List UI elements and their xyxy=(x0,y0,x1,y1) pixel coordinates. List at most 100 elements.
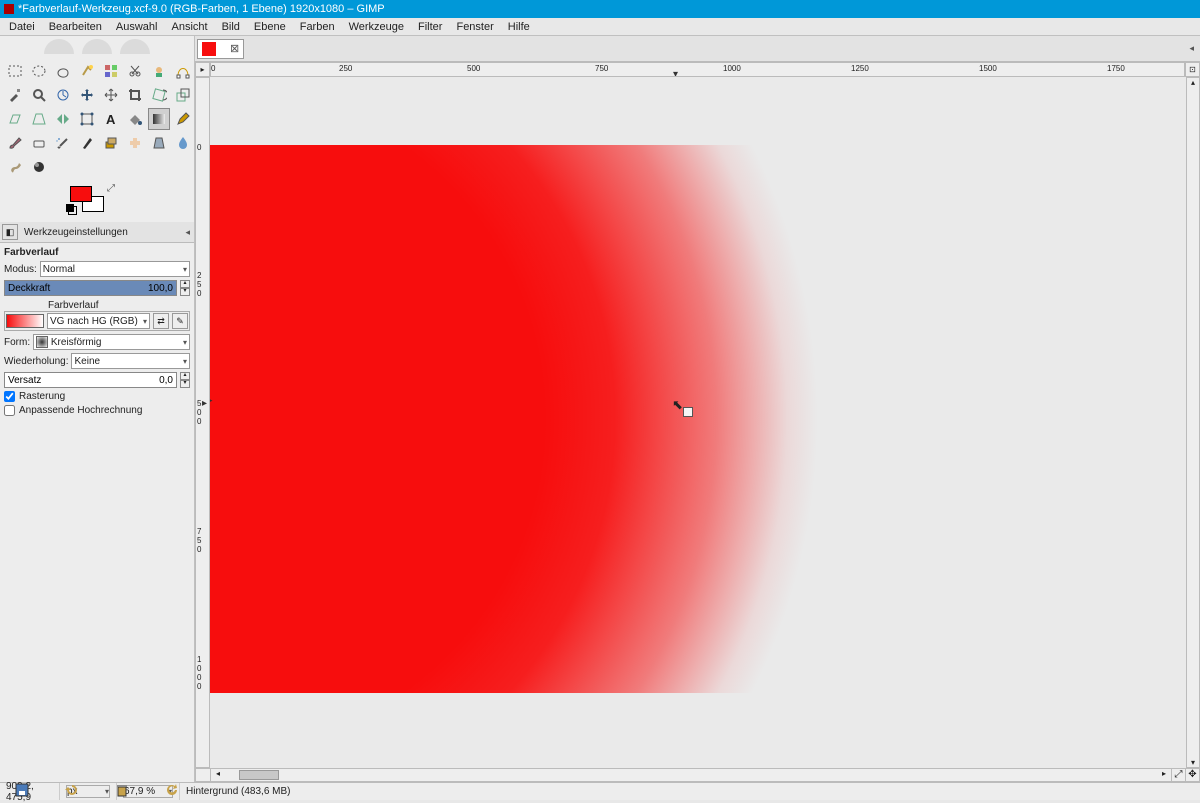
tool-smudge[interactable] xyxy=(4,156,26,178)
shape-combo[interactable]: Kreisförmig▾ xyxy=(33,334,190,350)
tool-cage[interactable] xyxy=(76,108,98,130)
tool-perspective[interactable] xyxy=(28,108,50,130)
repeat-combo[interactable]: Keine▾ xyxy=(71,353,190,369)
tool-bucket-fill[interactable] xyxy=(124,108,146,130)
tool-rect-select[interactable] xyxy=(4,60,26,82)
tool-text[interactable]: A xyxy=(100,108,122,130)
mode-combo[interactable]: Normal▾ xyxy=(40,261,190,277)
color-area: ⤢ xyxy=(0,180,194,222)
supersample-check[interactable]: Anpassende Hochrechnung xyxy=(4,405,190,416)
tool-blur[interactable] xyxy=(172,132,194,154)
toolbox: A xyxy=(0,56,194,180)
menu-bar[interactable]: Datei Bearbeiten Auswahl Ansicht Bild Eb… xyxy=(0,18,1200,36)
restore-options-icon[interactable] xyxy=(64,782,80,798)
tool-dodge-burn[interactable] xyxy=(28,156,50,178)
tool-rotate[interactable] xyxy=(148,84,170,106)
svg-text:A: A xyxy=(106,112,116,127)
menu-datei[interactable]: Datei xyxy=(2,21,42,33)
tool-clone[interactable] xyxy=(100,132,122,154)
quickmask-corner[interactable]: ⊡ xyxy=(1185,62,1200,77)
canvas[interactable]: ▸ ⬉ xyxy=(210,77,1186,768)
menu-fenster[interactable]: Fenster xyxy=(449,21,500,33)
tool-options-tab-label[interactable]: Werkzeugeinstellungen xyxy=(20,225,132,240)
ruler-vertical[interactable]: 0 2 5 0 5 0 0 7 5 0 1 0 0 0 ▸ xyxy=(195,77,210,768)
window-title: *Farbverlauf-Werkzeug.xcf-9.0 (RGB-Farbe… xyxy=(18,3,385,15)
tool-options-tab-bar: ◧ Werkzeugeinstellungen ◂ xyxy=(0,222,194,243)
menu-ansicht[interactable]: Ansicht xyxy=(164,21,214,33)
tool-flip[interactable] xyxy=(52,108,74,130)
scrollbar-horizontal[interactable]: ◂ ▸ ⤢ ✥ xyxy=(195,768,1200,782)
tool-ellipse-select[interactable] xyxy=(28,60,50,82)
tool-options-menu-icon[interactable]: ◂ xyxy=(185,227,190,238)
tool-fuzzy-select[interactable] xyxy=(76,60,98,82)
gradient-reverse-icon[interactable]: ⇄ xyxy=(153,313,169,329)
ruler-horizontal[interactable]: 0 250 500 750 1000 1250 1500 1750 ▾ xyxy=(210,62,1185,77)
close-tab-icon[interactable]: ⊠ xyxy=(230,42,239,55)
tool-perspective-clone[interactable] xyxy=(148,132,170,154)
tool-zoom[interactable] xyxy=(28,84,50,106)
menu-bearbeiten[interactable]: Bearbeiten xyxy=(42,21,109,33)
delete-options-icon[interactable] xyxy=(114,782,130,798)
tool-options-tab-icon[interactable]: ◧ xyxy=(2,224,18,240)
tool-paths[interactable] xyxy=(172,60,194,82)
tool-blend[interactable] xyxy=(148,108,170,130)
tool-move[interactable] xyxy=(76,84,98,106)
opacity-spinner[interactable]: ▴▾ xyxy=(180,280,190,296)
opacity-slider[interactable]: Deckkraft 100,0 xyxy=(4,280,177,296)
document-tab-thumb xyxy=(202,42,216,56)
document-tab[interactable]: ⊠ xyxy=(197,39,244,59)
app-icon xyxy=(4,4,14,14)
tool-foreground-select[interactable] xyxy=(148,60,170,82)
tool-measure[interactable] xyxy=(52,84,74,106)
tool-shear[interactable] xyxy=(4,108,26,130)
menu-bild[interactable]: Bild xyxy=(215,21,247,33)
menu-hilfe[interactable]: Hilfe xyxy=(501,21,537,33)
reset-options-icon[interactable] xyxy=(164,782,180,798)
fg-color-swatch[interactable] xyxy=(70,186,92,202)
quickmask-toggle-icon[interactable] xyxy=(196,769,211,781)
gradient-label: Farbverlauf xyxy=(48,300,99,311)
tool-heal[interactable] xyxy=(124,132,146,154)
tabs-menu-icon[interactable]: ◂ xyxy=(1189,43,1194,54)
offset-spinner[interactable]: ▴▾ xyxy=(180,372,190,388)
status-bar: 909,2, 475,9 px ▾ 67,9 % ▾ Hintergrund (… xyxy=(0,782,1200,800)
navigate-icon[interactable]: ✥ xyxy=(1185,769,1199,783)
menu-farben[interactable]: Farben xyxy=(293,21,342,33)
tool-airbrush[interactable] xyxy=(52,132,74,154)
tool-align[interactable] xyxy=(100,84,122,106)
gradient-preview[interactable] xyxy=(6,314,44,328)
menu-filter[interactable]: Filter xyxy=(411,21,449,33)
tool-pencil[interactable] xyxy=(172,108,194,130)
options-bottom-icons xyxy=(14,782,180,798)
dithering-check[interactable]: Rasterung xyxy=(4,391,190,402)
panel-expand-icon[interactable]: ▸ xyxy=(210,395,213,406)
menu-auswahl[interactable]: Auswahl xyxy=(109,21,165,33)
tool-ink[interactable] xyxy=(76,132,98,154)
gradient-edit-icon[interactable]: ✎ xyxy=(172,313,188,329)
cursor-target-icon xyxy=(683,407,693,417)
tool-eraser[interactable] xyxy=(28,132,50,154)
tool-free-select[interactable] xyxy=(52,60,74,82)
status-layer: Hintergrund (483,6 MB) xyxy=(180,783,1200,800)
main-area: ⊠ ◂ ▸ 0 250 500 750 1000 1250 1500 1750 … xyxy=(195,36,1200,782)
menu-ebene[interactable]: Ebene xyxy=(247,21,293,33)
save-options-icon[interactable] xyxy=(14,782,30,798)
tool-scissors[interactable] xyxy=(124,60,146,82)
default-colors-icon[interactable] xyxy=(68,206,77,215)
tool-color-picker[interactable] xyxy=(4,84,26,106)
menu-werkzeuge[interactable]: Werkzeuge xyxy=(342,21,411,33)
zoom-fit-icon[interactable]: ⤢ xyxy=(1171,769,1185,783)
ruler-corner[interactable]: ▸ xyxy=(195,62,210,77)
scrollbar-vertical[interactable]: ▴▾ xyxy=(1186,77,1200,768)
tool-paintbrush[interactable] xyxy=(4,132,26,154)
tool-options: Farbverlauf Modus: Normal▾ Deckkraft 100… xyxy=(0,243,194,782)
tool-scale[interactable] xyxy=(172,84,194,106)
shape-label: Form: xyxy=(4,337,30,348)
tool-by-color-select[interactable] xyxy=(100,60,122,82)
offset-slider[interactable]: Versatz 0,0 xyxy=(4,372,177,388)
swap-colors-icon[interactable]: ⤢ xyxy=(107,183,115,194)
tool-crop[interactable] xyxy=(124,84,146,106)
toolbox-panel: A ⤢ ◧ Werkzeugeinstellun xyxy=(0,36,195,782)
tool-options-title: Farbverlauf xyxy=(4,247,190,258)
gradient-combo[interactable]: VG nach HG (RGB)▾ xyxy=(47,313,150,329)
